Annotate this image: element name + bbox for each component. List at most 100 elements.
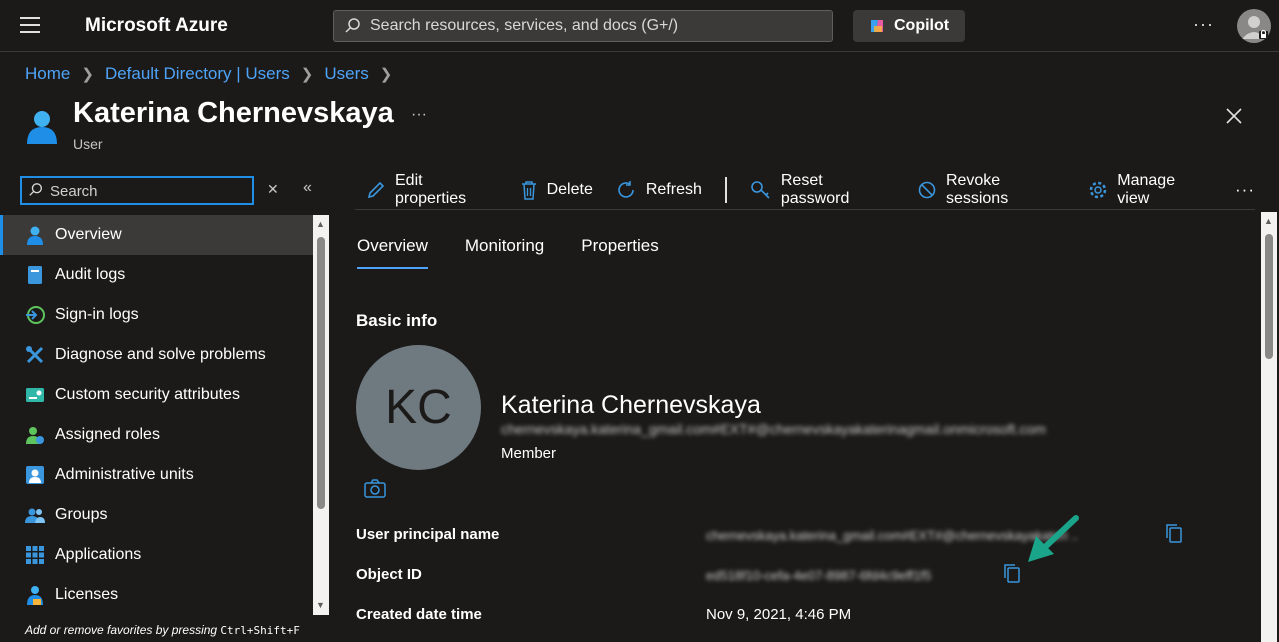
tab-strip: Overview Monitoring Properties <box>357 236 696 269</box>
clear-icon[interactable]: ✕ <box>267 181 279 198</box>
global-search-input[interactable] <box>370 15 820 37</box>
wrench-icon <box>25 345 45 365</box>
refresh-button[interactable]: Refresh <box>604 172 713 208</box>
breadcrumb-home[interactable]: Home <box>25 64 70 84</box>
created-date-value: Nov 9, 2021, 4:46 PM <box>706 606 852 623</box>
chevron-right-icon: ❯ <box>379 66 393 83</box>
nav-item-label: Assigned roles <box>55 426 160 443</box>
copy-icon <box>1004 564 1020 583</box>
revoke-sessions-button[interactable]: Revoke sessions <box>906 172 1077 208</box>
menu-icon[interactable] <box>20 17 40 33</box>
tab-properties[interactable]: Properties <box>581 236 658 269</box>
edit-properties-button[interactable]: Edit properties <box>355 172 509 208</box>
profile-user-type: Member <box>501 445 557 462</box>
breadcrumb-users[interactable]: Users <box>324 64 368 84</box>
manage-view-button[interactable]: Manage view <box>1077 172 1222 208</box>
basic-info-heading: Basic info <box>356 311 438 330</box>
nav-item-audit-logs[interactable]: Audit logs <box>0 255 313 295</box>
page-title: Katerina Chernevskaya <box>73 97 394 129</box>
account-icon <box>1242 16 1268 39</box>
tab-monitoring[interactable]: Monitoring <box>465 236 544 269</box>
object-id-value: ed518f10-cefa-4e07-8987-6fd4c9eff1f5 <box>706 568 932 583</box>
annotation-arrow-icon <box>1026 514 1082 571</box>
close-icon[interactable] <box>1224 106 1244 131</box>
nav-item-label: Groups <box>55 506 108 523</box>
nav-scroll-thumb[interactable] <box>317 237 325 509</box>
copilot-label: Copilot <box>894 17 950 34</box>
toolbar-more-icon[interactable]: ··· <box>1235 180 1255 200</box>
roles-icon <box>25 425 45 445</box>
nav-item-label: Administrative units <box>55 466 194 483</box>
nav-item-groups[interactable]: Groups <box>0 495 313 535</box>
main-scroll-thumb[interactable] <box>1265 234 1273 359</box>
nav-item-label: Audit logs <box>55 266 126 283</box>
scroll-up-icon[interactable]: ▲ <box>1264 216 1273 226</box>
nav-item-label: Sign-in logs <box>55 306 139 323</box>
favorites-hint-text: Add or remove favorites by pressing <box>25 623 221 637</box>
more-icon[interactable]: ··· <box>1193 14 1214 35</box>
created-date-label: Created date time <box>356 606 482 623</box>
toolbar-divider <box>724 176 727 203</box>
delete-label: Delete <box>546 180 593 198</box>
security-attributes-icon <box>25 385 45 405</box>
camera-icon[interactable] <box>364 479 386 504</box>
chevron-right-icon: ❯ <box>81 66 94 83</box>
scroll-up-icon[interactable]: ▲ <box>316 219 325 229</box>
breadcrumb: Home ❯ Default Directory | Users ❯ Users… <box>25 64 403 84</box>
page-subtitle: User <box>73 136 103 152</box>
collapse-icon[interactable]: « <box>303 179 312 197</box>
upn-value: chernevskaya.katerina_gmail.com#EXT#@che… <box>706 528 1079 543</box>
admin-units-icon <box>25 465 45 485</box>
audit-log-icon <box>25 265 45 285</box>
revoke-sessions-label: Revoke sessions <box>945 171 1009 207</box>
nav-item-label: Licenses <box>55 586 119 603</box>
nav-item-applications[interactable]: Applications <box>0 535 313 575</box>
refresh-icon <box>615 179 637 201</box>
brand-title[interactable]: Microsoft Azure <box>85 15 228 37</box>
reset-password-button[interactable]: Reset password <box>739 172 906 208</box>
nav-item-sign-in-logs[interactable]: Sign-in logs <box>0 295 313 335</box>
avatar-initials: KC <box>385 381 452 434</box>
nav-item-admin-units[interactable]: Administrative units <box>0 455 313 495</box>
copy-object-id-button[interactable] <box>1001 562 1023 589</box>
profile-email: chernevskaya.katerina_gmail.com#EXT#@che… <box>501 421 1046 437</box>
key-icon <box>750 180 772 200</box>
scroll-down-icon[interactable]: ▼ <box>316 600 325 610</box>
nav-search-input[interactable] <box>50 181 250 201</box>
manage-view-label: Manage view <box>1117 171 1176 207</box>
object-id-label: Object ID <box>356 566 422 583</box>
sign-in-icon <box>25 305 45 325</box>
groups-icon <box>25 505 45 525</box>
delete-button[interactable]: Delete <box>509 172 604 208</box>
nav-item-custom-security[interactable]: Custom security attributes <box>0 375 313 415</box>
gear-icon <box>1088 180 1108 200</box>
chevron-right-icon: ❯ <box>300 66 314 83</box>
nav-item-assigned-roles[interactable]: Assigned roles <box>0 415 313 455</box>
nav-item-diagnose[interactable]: Diagnose and solve problems <box>0 335 313 375</box>
copilot-icon <box>871 20 883 32</box>
nav-item-label: Diagnose and solve problems <box>55 346 266 363</box>
command-bar: Edit properties Delete Refresh Reset pas… <box>355 170 1255 210</box>
nav-scrollbar[interactable]: ▲ ▼ <box>313 215 329 615</box>
edit-properties-label: Edit properties <box>395 171 467 207</box>
account-avatar[interactable] <box>1237 9 1271 43</box>
user-icon <box>25 225 45 245</box>
nav-item-licenses[interactable]: Licenses <box>0 575 313 615</box>
nav-item-overview[interactable]: Overview <box>0 215 313 255</box>
refresh-label: Refresh <box>645 180 702 198</box>
main-scrollbar[interactable]: ▲ <box>1261 212 1277 642</box>
block-icon <box>917 180 937 200</box>
pencil-icon <box>366 180 386 200</box>
global-search[interactable] <box>333 10 833 42</box>
title-more-icon[interactable]: ··· <box>411 106 427 124</box>
copy-icon <box>1166 524 1182 543</box>
copilot-button[interactable]: Copilot <box>853 10 965 42</box>
copy-upn-button[interactable] <box>1163 522 1185 549</box>
tab-overview[interactable]: Overview <box>357 236 428 269</box>
nav-search[interactable] <box>20 176 254 205</box>
user-icon <box>25 108 59 149</box>
nav-item-label: Overview <box>55 226 122 243</box>
favorites-hint: Add or remove favorites by pressing Ctrl… <box>25 623 300 637</box>
licenses-icon <box>25 585 45 605</box>
breadcrumb-directory-users[interactable]: Default Directory | Users <box>105 64 290 84</box>
